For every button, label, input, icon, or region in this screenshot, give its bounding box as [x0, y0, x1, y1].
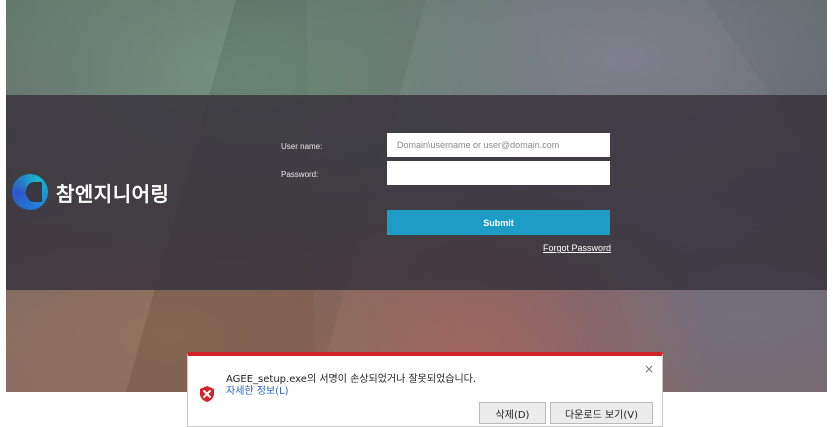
- password-label: Password:: [281, 170, 319, 179]
- company-name: 참엔지니어링: [56, 181, 170, 206]
- company-logo: 참엔지니어링: [12, 174, 169, 210]
- details-link[interactable]: 자세한 정보(L): [226, 382, 289, 397]
- download-warning-bar: AGEE_setup.exe의 서명이 손상되었거나 잘못되었습니다. 자세한 …: [187, 352, 663, 427]
- company-logo-icon: [12, 174, 48, 210]
- shield-error-icon: [200, 386, 214, 402]
- username-label: User name:: [281, 142, 323, 151]
- delete-button[interactable]: 삭제(D): [479, 402, 546, 424]
- password-input[interactable]: [387, 161, 610, 185]
- close-icon[interactable]: ×: [644, 362, 654, 376]
- view-downloads-button[interactable]: 다운로드 보기(V): [550, 402, 653, 424]
- username-input[interactable]: [387, 133, 610, 157]
- forgot-password-link[interactable]: Forgot Password: [543, 243, 611, 253]
- submit-button[interactable]: Submit: [387, 210, 610, 235]
